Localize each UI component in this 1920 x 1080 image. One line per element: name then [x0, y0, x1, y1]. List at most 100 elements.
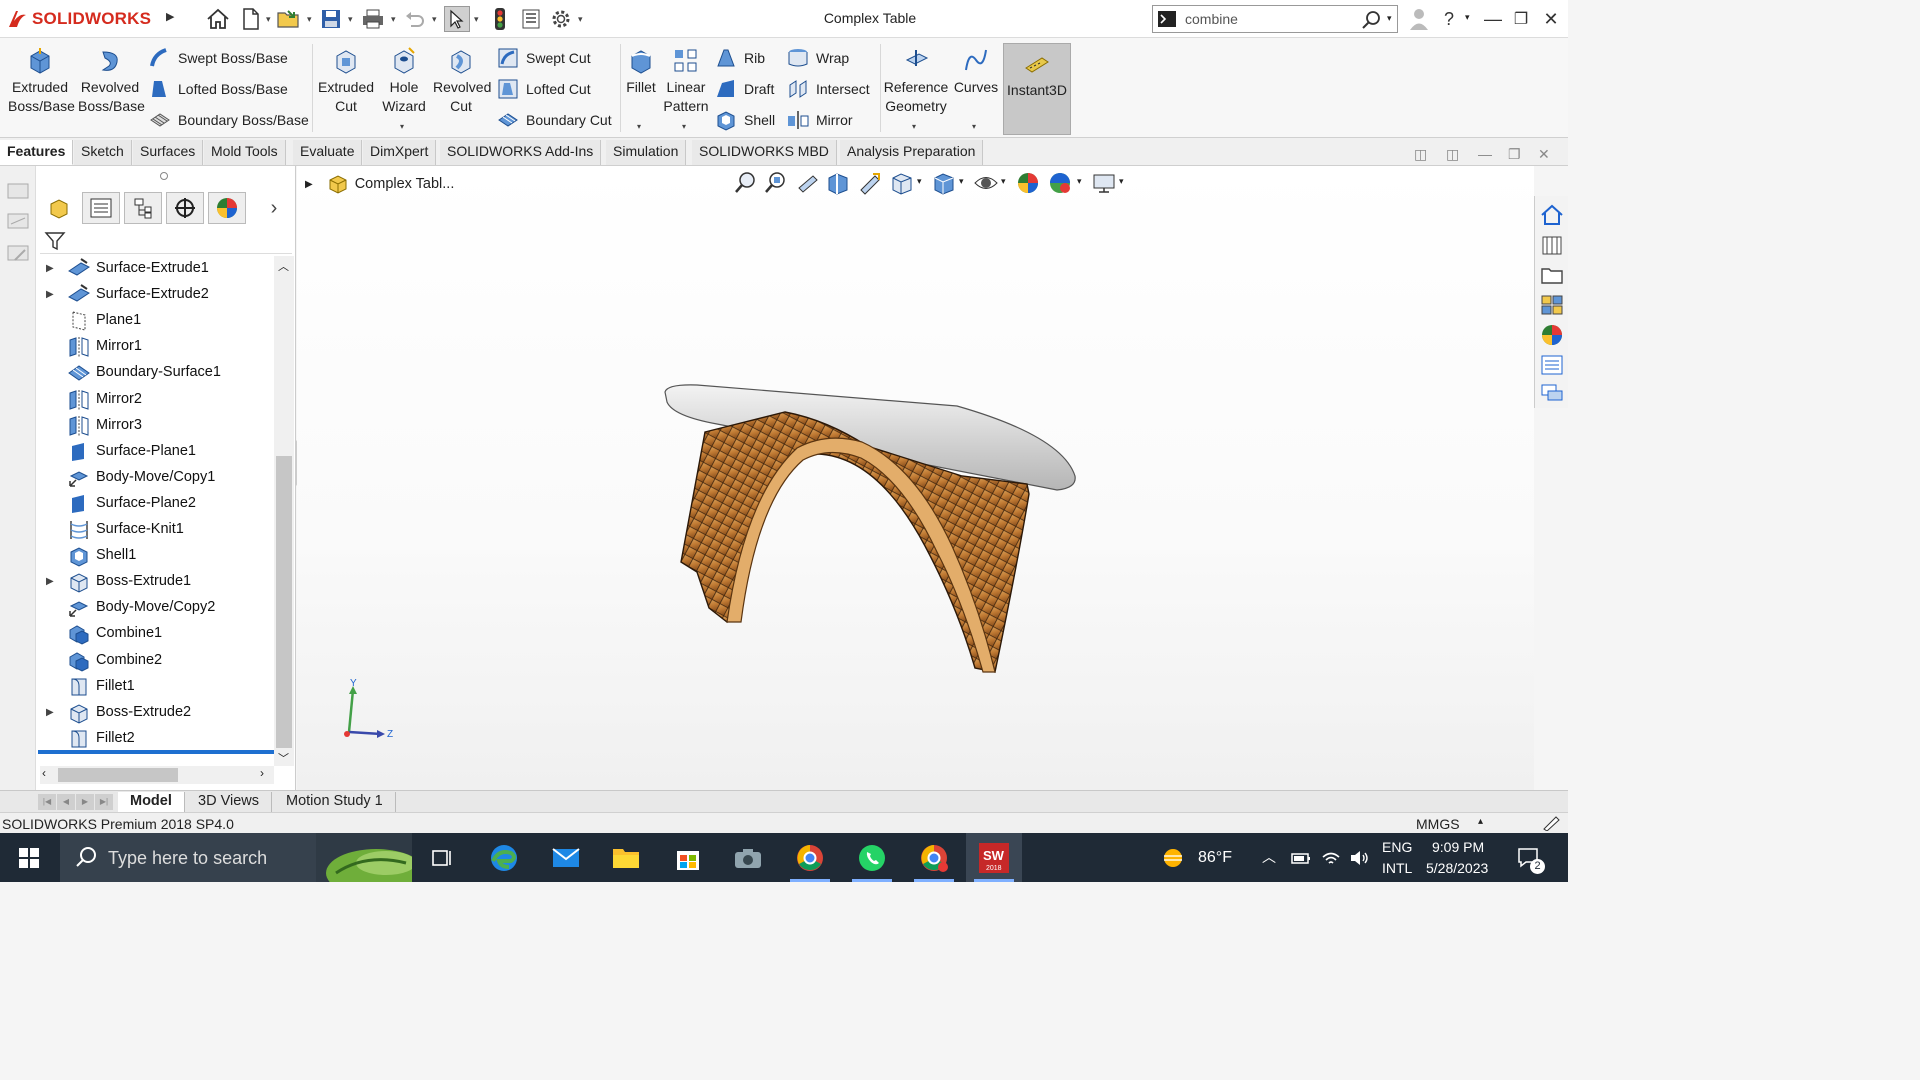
camera-icon[interactable] [720, 833, 776, 882]
search-icon[interactable] [1361, 9, 1383, 31]
tab-mold-tools[interactable]: Mold Tools [204, 140, 286, 165]
scroll-right-icon[interactable]: › [260, 766, 264, 780]
view-orientation-caret-icon[interactable]: ▾ [917, 176, 922, 187]
tree-item[interactable]: Plane1 [36, 308, 274, 334]
file-explorer-icon[interactable] [1539, 262, 1565, 288]
tab-analysis-preparation[interactable]: Analysis Preparation [840, 140, 984, 165]
wifi-icon[interactable] [1320, 847, 1342, 869]
zoom-to-fit-icon[interactable] [733, 170, 759, 196]
lofted-boss-button[interactable]: Lofted Boss/Base [148, 77, 288, 101]
doc-tile-right-icon[interactable]: ◫ [1446, 146, 1464, 164]
view-settings-icon[interactable] [1091, 170, 1117, 196]
hide-show-caret-icon[interactable]: ▾ [1001, 176, 1006, 187]
menu-expand-icon[interactable]: ▶ [166, 10, 174, 23]
rib-button[interactable]: Rib [714, 46, 765, 70]
breadcrumb-expand-icon[interactable]: ▶ [305, 179, 313, 190]
custom-properties-icon[interactable] [1539, 352, 1565, 378]
close-icon[interactable]: ✕ [1538, 6, 1564, 32]
taskbar-search-placeholder[interactable]: Type here to search [108, 848, 267, 869]
markup-icon[interactable] [5, 240, 31, 266]
tree-vertical-scrollbar[interactable]: ︿ ﹀ [274, 256, 294, 766]
weather-temperature[interactable]: 86°F [1198, 849, 1232, 867]
property-manager-tab-icon[interactable] [82, 192, 120, 224]
open-caret-icon[interactable]: ▾ [307, 14, 315, 24]
rebuild-icon[interactable] [487, 6, 513, 32]
dynamic-annotation-icon[interactable] [857, 170, 883, 196]
tree-item[interactable]: Combine2 [36, 648, 274, 674]
display-manager-tab-icon[interactable] [208, 192, 246, 224]
unit-system[interactable]: MMGS [1416, 816, 1460, 832]
reference-geometry-caret-icon[interactable]: ▾ [912, 122, 916, 131]
options-caret-icon[interactable]: ▾ [578, 14, 586, 24]
tree-item[interactable]: ▶ Boss-Extrude1 [36, 569, 274, 595]
tree-item[interactable]: Surface-Plane1 [36, 439, 274, 465]
previous-view-icon[interactable] [795, 170, 821, 196]
swept-cut-button[interactable]: Swept Cut [496, 46, 591, 70]
save-icon[interactable] [318, 6, 344, 32]
expand-arrow-icon[interactable]: ▶ [46, 289, 56, 301]
language-code[interactable]: ENG [1382, 839, 1412, 855]
options-gear-icon[interactable] [548, 6, 574, 32]
search-input[interactable]: combine [1185, 11, 1238, 27]
clock-time[interactable]: 9:09 PM [1432, 839, 1484, 855]
whatsapp-icon[interactable] [844, 833, 900, 882]
extruded-cut-button[interactable]: Extruded Cut [316, 46, 376, 116]
tree-item[interactable]: Boundary-Surface1 [36, 360, 274, 386]
scroll-left-icon[interactable]: ‹ [42, 766, 46, 780]
tab-mbd[interactable]: SOLIDWORKS MBD [692, 140, 837, 165]
section-view-icon[interactable] [825, 170, 851, 196]
scroll-up-icon[interactable]: ︿ [278, 258, 289, 274]
tree-item[interactable]: ▶ Surface-Extrude2 [36, 282, 274, 308]
undo-icon[interactable] [402, 6, 428, 32]
more-tabs-chevron-icon[interactable]: › [262, 192, 286, 224]
next-tab-icon[interactable]: ▶ [76, 794, 94, 810]
tree-item[interactable]: Mirror3 [36, 413, 274, 439]
keyboard-layout[interactable]: INTL [1382, 860, 1412, 876]
linear-pattern-caret-icon[interactable]: ▾ [682, 122, 686, 131]
edge-browser-icon[interactable] [476, 833, 532, 882]
expand-arrow-icon[interactable]: ▶ [46, 263, 56, 275]
chrome-profile-icon[interactable] [906, 833, 962, 882]
tab-addins[interactable]: SOLIDWORKS Add-Ins [440, 140, 602, 165]
linear-pattern-button[interactable]: Linear Pattern [660, 46, 712, 116]
solidworks-logo[interactable]: SOLIDWORKS [6, 4, 151, 34]
select-arrow-icon[interactable] [444, 6, 470, 32]
graphics-area[interactable]: ▶ Complex Tabl... ▾ ▾ ▾ ▾ ▾ Y Z [297, 166, 1534, 790]
tree-item[interactable]: Body-Move/Copy1 [36, 465, 274, 491]
volume-icon[interactable] [1348, 847, 1370, 869]
tab-navigation[interactable]: |◀ ◀ ▶ ▶| [38, 794, 114, 810]
scroll-down-icon[interactable]: ﹀ [278, 750, 289, 766]
fillet-caret-icon[interactable]: ▾ [637, 122, 641, 131]
tab-motion-study[interactable]: Motion Study 1 [274, 792, 396, 812]
breadcrumb[interactable]: ▶ Complex Tabl... [305, 172, 454, 196]
start-button[interactable] [0, 833, 58, 882]
tree-item[interactable]: Shell1 [36, 543, 274, 569]
prev-tab-icon[interactable]: ◀ [57, 794, 75, 810]
tree-item[interactable]: Body-Move/Copy2 [36, 595, 274, 621]
file-explorer-taskbar-icon[interactable] [598, 833, 654, 882]
rollback-bar[interactable] [38, 750, 274, 754]
tree-item[interactable]: Fillet1 [36, 674, 274, 700]
doc-tile-left-icon[interactable]: ◫ [1414, 146, 1432, 164]
tree-item[interactable]: Mirror1 [36, 334, 274, 360]
scroll-thumb[interactable] [276, 456, 292, 748]
dimxpert-tab-icon[interactable] [166, 192, 204, 224]
file-properties-icon[interactable] [518, 6, 544, 32]
solidworks-taskbar-icon[interactable]: SW 2018 [966, 833, 1022, 882]
shell-button[interactable]: Shell [714, 108, 775, 132]
apply-scene-caret-icon[interactable]: ▾ [1077, 176, 1082, 187]
display-style-icon[interactable] [931, 170, 957, 196]
reference-geometry-button[interactable]: Reference Geometry [882, 46, 950, 116]
table-3d-model[interactable] [657, 376, 1097, 676]
zoom-to-area-icon[interactable] [763, 170, 789, 196]
boundary-boss-button[interactable]: Boundary Boss/Base [148, 108, 309, 132]
extruded-boss-button[interactable]: Extruded Boss/Base [4, 46, 76, 116]
expand-arrow-icon[interactable]: ▶ [46, 576, 56, 588]
curves-button[interactable]: Curves [952, 46, 1000, 97]
tree-item[interactable]: Surface-Plane2 [36, 491, 274, 517]
smart-dimension-icon[interactable] [5, 208, 31, 234]
hole-wizard-button[interactable]: Hole Wizard [376, 46, 432, 116]
task-view-icon[interactable] [414, 833, 470, 882]
hide-show-items-icon[interactable] [973, 170, 999, 196]
new-document-icon[interactable] [238, 6, 264, 32]
